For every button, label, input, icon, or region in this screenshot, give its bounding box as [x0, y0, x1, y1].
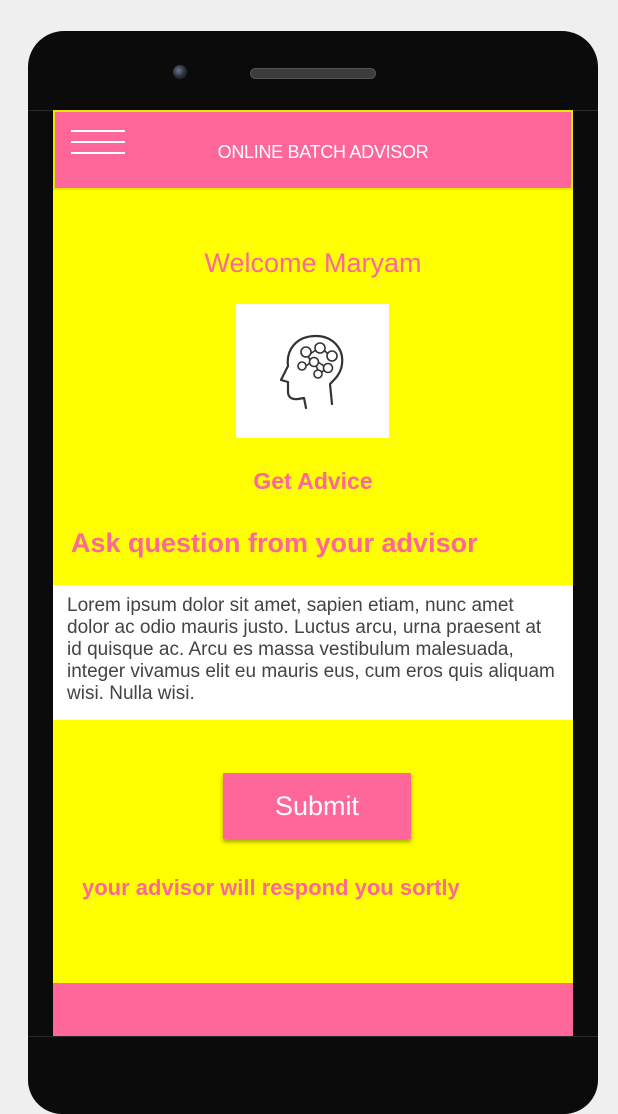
brain-head-icon — [279, 334, 344, 410]
response-note: your advisor will respond you sortly — [82, 875, 460, 900]
question-input[interactable]: Lorem ipsum dolor sit amet, sapien etiam… — [53, 585, 573, 720]
get-advice-link[interactable]: Get Advice — [53, 468, 573, 495]
advisor-image — [236, 304, 389, 438]
app-title: ONLINE BATCH ADVISOR — [217, 142, 429, 162]
welcome-text: Welcome Maryam — [204, 248, 422, 278]
phone-frame: ONLINE BATCH ADVISOR Welcome Maryam Get … — [28, 31, 598, 1114]
submit-button[interactable]: Submit — [223, 773, 411, 839]
app-bar: ONLINE BATCH ADVISOR — [53, 110, 573, 190]
ask-question-heading: Ask question from your advisor — [71, 528, 478, 558]
bezel-divider-bottom — [28, 1036, 598, 1037]
camera-icon — [173, 65, 187, 79]
app-screen: ONLINE BATCH ADVISOR Welcome Maryam Get … — [53, 110, 573, 1036]
bottom-bar — [53, 983, 573, 1036]
speaker-grille — [250, 68, 376, 79]
